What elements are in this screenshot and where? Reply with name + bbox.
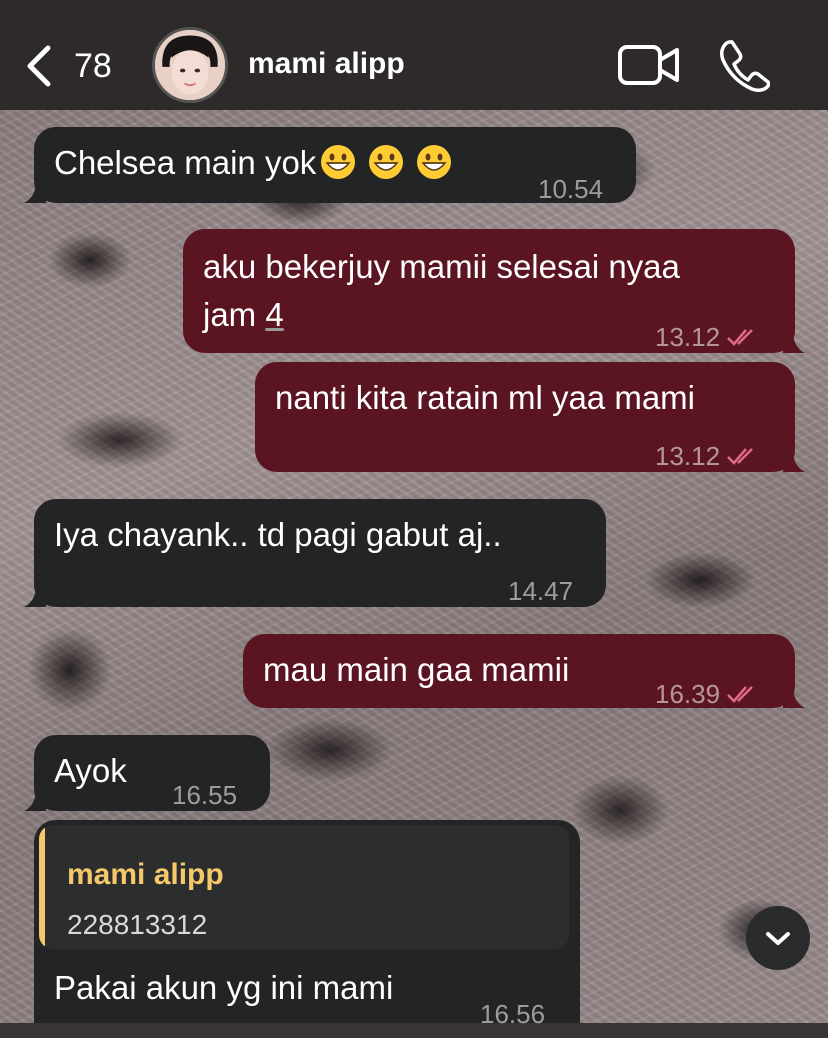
bubble-tail	[783, 686, 805, 708]
bubble-tail	[24, 585, 46, 607]
grinning-face-emoji	[320, 144, 356, 180]
back-button[interactable]: 78	[22, 38, 112, 94]
avatar[interactable]	[152, 27, 228, 103]
grinning-face-emoji	[368, 144, 404, 180]
contact-name[interactable]: mami alipp	[248, 47, 405, 81]
avatar-image	[155, 30, 225, 100]
video-camera-icon[interactable]	[617, 42, 681, 88]
bubble-tail	[783, 450, 805, 472]
detected-number-link[interactable]: 4	[265, 296, 283, 333]
message-time: 14.47	[508, 576, 574, 606]
message-time: 13.12	[655, 322, 721, 352]
message-line-text: jam	[203, 296, 266, 333]
message-text: nanti kita ratain ml yaa mami	[275, 379, 695, 416]
message-incoming-reply[interactable]: mami alipp 228813312 Pakai akun yg ini m…	[34, 820, 580, 1029]
bubble-tail	[783, 331, 805, 353]
scroll-to-bottom-button[interactable]	[746, 906, 810, 970]
message-time-status: 13.12	[655, 432, 762, 480]
read-ticks-icon	[727, 329, 753, 346]
message-time: 16.55	[172, 780, 238, 810]
message-time: 13.12	[655, 441, 721, 471]
bubble-tail	[24, 789, 46, 811]
message-time-status: 13.12	[655, 313, 762, 361]
message-text: Iya chayank.. td pagi gabut aj..	[54, 516, 502, 553]
message-line: jam 4	[203, 291, 680, 339]
message-text: mau main gaa mamii	[263, 651, 570, 688]
message-time-status: 16.39	[655, 670, 762, 718]
message-outgoing[interactable]: mau main gaa mamii 16.39	[243, 634, 805, 709]
chevron-down-icon	[766, 932, 790, 945]
message-text: aku bekerjuy mamii selesai nyaa jam 4	[203, 243, 680, 339]
chevron-left-icon	[27, 45, 51, 87]
chat-header: 78 mami alipp	[0, 0, 828, 110]
message-text: Chelsea main yok	[54, 144, 317, 181]
unread-count: 78	[74, 46, 112, 85]
quote-accent-bar	[39, 825, 45, 949]
bubble-tail	[24, 181, 46, 203]
message-time: 10.54	[538, 174, 604, 204]
message-line: aku bekerjuy mamii selesai nyaa	[203, 248, 680, 285]
read-ticks-icon	[727, 686, 753, 703]
message-incoming[interactable]: Chelsea main yok 10.54	[24, 127, 636, 204]
phone-icon[interactable]	[718, 38, 770, 92]
quoted-message[interactable]: mami alipp 228813312	[39, 825, 569, 949]
message-outgoing[interactable]: aku bekerjuy mamii selesai nyaa jam 4 13…	[183, 229, 805, 353]
message-outgoing[interactable]: nanti kita ratain ml yaa mami 13.12	[255, 362, 805, 472]
message-text: Ayok	[54, 752, 127, 789]
message-text: Pakai akun yg ini mami	[54, 969, 394, 1006]
message-incoming[interactable]: Iya chayank.. td pagi gabut aj.. 14.47	[24, 499, 606, 607]
quoted-sender: mami alipp	[67, 858, 224, 891]
read-ticks-icon	[727, 448, 753, 465]
message-incoming[interactable]: Ayok 16.55	[24, 735, 270, 811]
quoted-text: 228813312	[67, 909, 208, 940]
grinning-face-emoji	[416, 144, 452, 180]
message-time: 16.39	[655, 679, 721, 709]
message-time: 16.56	[480, 999, 546, 1029]
